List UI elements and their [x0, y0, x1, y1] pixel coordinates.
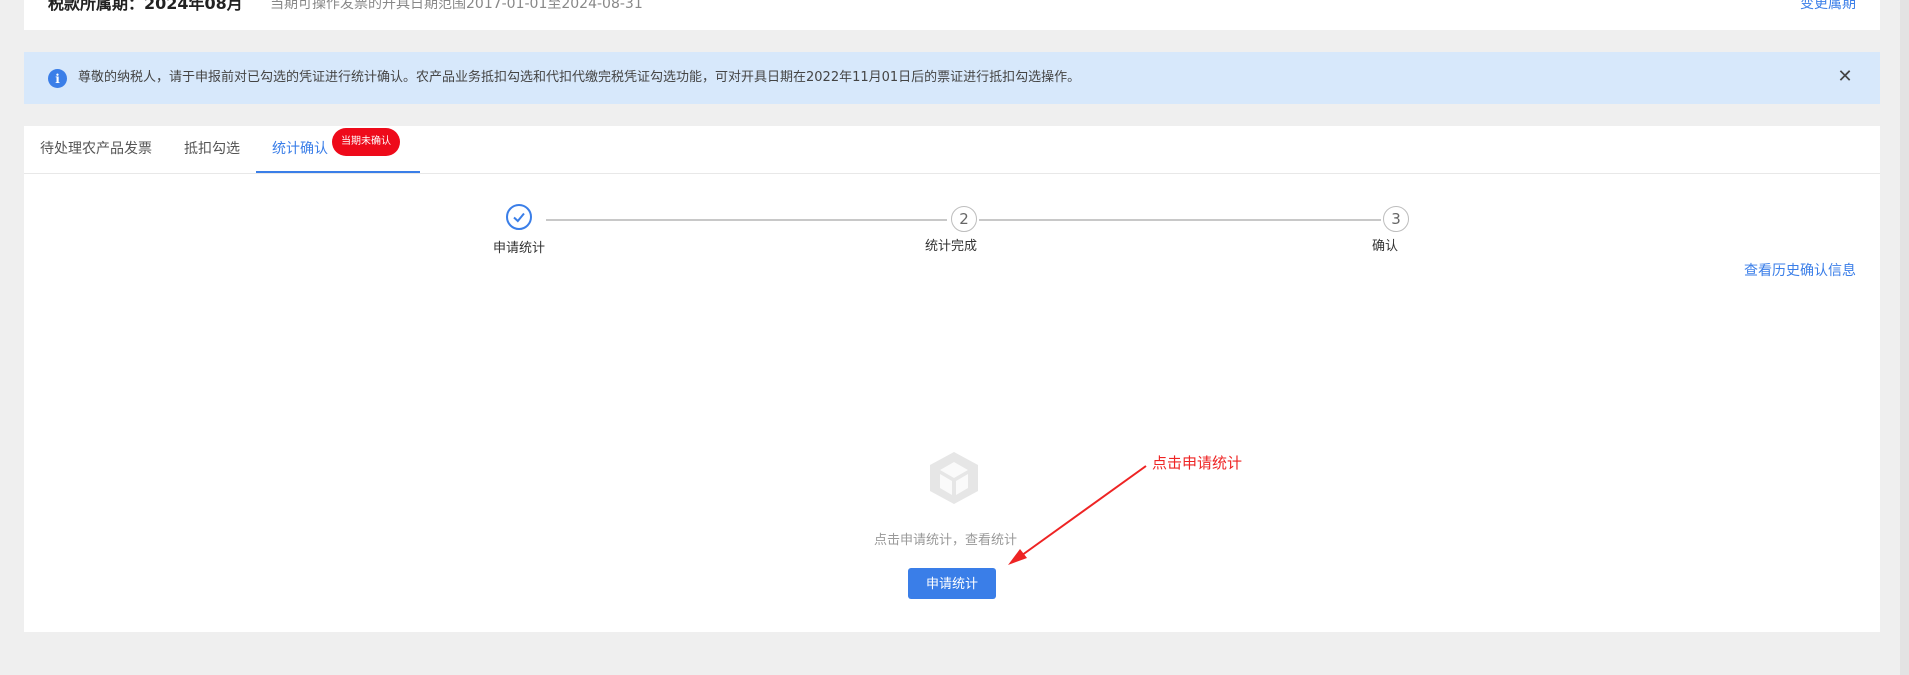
step-number-3: 3 [1383, 206, 1409, 232]
active-tab-indicator [256, 171, 420, 173]
unconfirmed-badge: 当期未确认 [332, 128, 400, 156]
change-period-link[interactable]: 变更属期 [1800, 0, 1856, 16]
date-range-text: 当期可操作发票的开具日期范围2017-01-01至2024-08-31 [270, 0, 643, 12]
empty-state-text: 点击申请统计，查看统计 [874, 533, 1018, 548]
check-icon [506, 204, 532, 230]
tab-pending-agri-invoices[interactable]: 待处理农产品发票 [40, 126, 152, 173]
period-header: 税款所属期：2024年08月 当期可操作发票的开具日期范围2017-01-01至… [24, 0, 1880, 30]
notice-text: 尊敬的纳税人，请于申报前对已勾选的凭证进行统计确认。农产品业务抵扣勾选和代扣代缴… [78, 70, 1081, 85]
box-icon [926, 450, 982, 506]
step-connector [979, 219, 1381, 221]
tab-bar: 待处理农产品发票 抵扣勾选 统计确认 当期未确认 [24, 126, 1880, 174]
step-label-apply: 申请统计 [493, 241, 546, 256]
annotation-text: 点击申请统计 [1152, 454, 1243, 472]
main-panel: 待处理农产品发票 抵扣勾选 统计确认 当期未确认 申请统计 2 统计完成 3 确… [24, 126, 1880, 632]
close-icon[interactable]: ✕ [1836, 68, 1854, 86]
tax-period-label: 税款所属期：2024年08月 [48, 0, 243, 13]
page: 税款所属期：2024年08月 当期可操作发票的开具日期范围2017-01-01至… [0, 0, 1909, 675]
step-label-confirm: 确认 [1372, 239, 1399, 254]
page-scrollbar[interactable] [1900, 0, 1909, 675]
tab-deduction-check[interactable]: 抵扣勾选 [184, 126, 240, 173]
info-icon: i [48, 69, 67, 88]
step-label-complete: 统计完成 [925, 239, 978, 254]
step-connector [546, 219, 947, 221]
step-number-2: 2 [951, 206, 977, 232]
history-confirm-link[interactable]: 查看历史确认信息 [1744, 260, 1856, 280]
apply-statistics-button[interactable]: 申请统计 [908, 568, 996, 599]
notice-bar: i 尊敬的纳税人，请于申报前对已勾选的凭证进行统计确认。农产品业务抵扣勾选和代扣… [24, 52, 1880, 104]
tab-statistics-confirm[interactable]: 统计确认 [272, 126, 328, 173]
